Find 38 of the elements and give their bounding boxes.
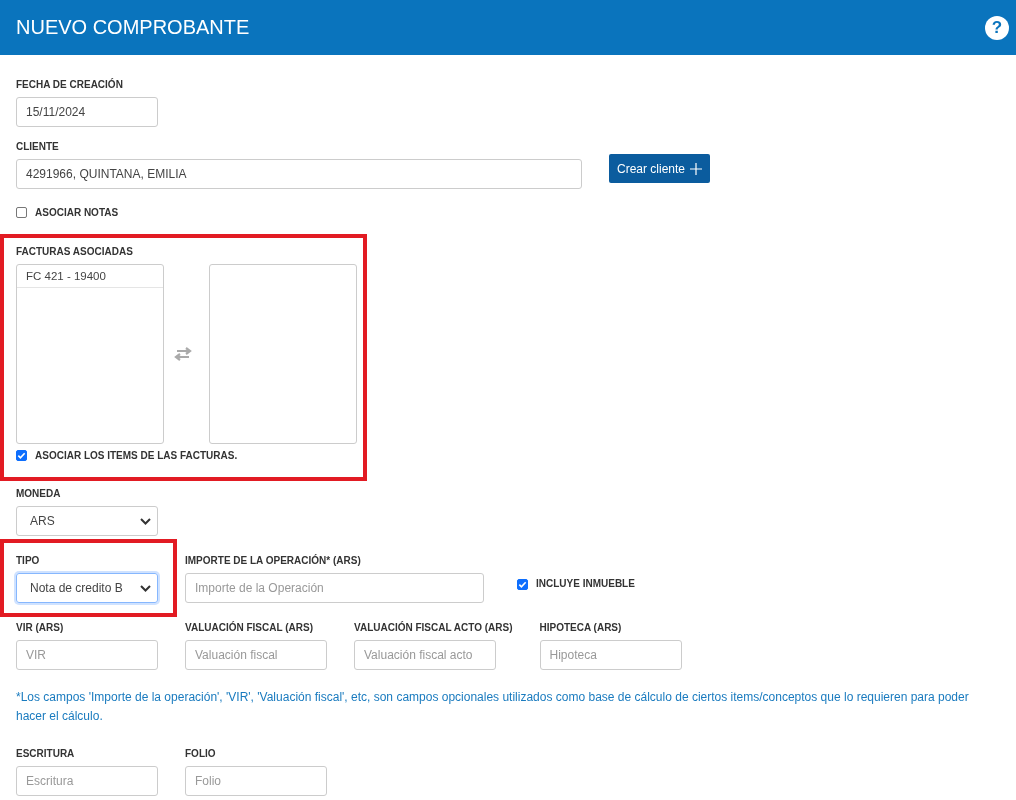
field-label: ESCRITURA [16, 748, 76, 759]
checkbox[interactable] [16, 207, 27, 218]
create-client-button[interactable]: Crear cliente [609, 154, 710, 183]
field-label: VALUACIÓN FISCAL (ARS) [185, 622, 314, 633]
list-item[interactable]: FC 421 - 19400 [17, 265, 163, 288]
field-label: TIPO [16, 555, 41, 566]
checkbox-label: ASOCIAR NOTAS [35, 207, 119, 218]
input-field[interactable]: Valuación fiscal [185, 640, 327, 670]
checkbox[interactable] [517, 579, 528, 590]
field-label: MONEDA [16, 488, 62, 499]
checkbox-label: ASOCIAR LOS ITEMS DE LAS FACTURAS. [35, 450, 238, 461]
field-label: VALUACIÓN FISCAL ACTO (ARS) [354, 622, 513, 633]
input-field[interactable]: Folio [185, 766, 327, 796]
type-select[interactable]: Nota de credito B [16, 573, 158, 603]
field-label: IMPORTE DE LA OPERACIÓN* (ARS) [185, 555, 362, 566]
input-field[interactable]: VIR [16, 640, 158, 670]
chevron-down-icon [140, 517, 151, 525]
field-label: VIR (ARS) [16, 622, 65, 633]
date-field[interactable]: 15/11/2024 [16, 97, 158, 127]
field-label: FOLIO [185, 748, 217, 759]
swap-arrows-icon[interactable] [173, 347, 193, 361]
input-field[interactable]: Valuación fiscal acto [354, 640, 496, 670]
input-field[interactable]: Escritura [16, 766, 158, 796]
checkbox-label: INCLUYE INMUEBLE [536, 577, 635, 589]
note-text: *Los campos 'Importe de la operación', 'VIR', 'Valuación fiscal', etc, son campos opcionales utilizados como base de cálculo de ciertos items/conceptos que lo requieren para poder hacer el cálculo. [16, 689, 970, 725]
field-label: HIPOTECA (ARS) [539, 622, 623, 633]
field-label: FECHA DE CREACIÓN [16, 79, 124, 90]
checkbox[interactable] [16, 450, 27, 461]
client-field[interactable]: 4291966, QUINTANA, EMILIA [16, 159, 582, 189]
field-label: FACTURAS ASOCIADAS [16, 246, 134, 257]
field-label: CLIENTE [16, 141, 60, 152]
amount-field[interactable]: Importe de la Operación [185, 573, 484, 603]
chevron-down-icon [140, 584, 151, 592]
plus-icon [690, 162, 702, 175]
page-title: NUEVO COMPROBANTE [16, 16, 250, 39]
currency-select[interactable]: ARS [16, 506, 158, 536]
help-icon[interactable]: ? [985, 15, 1009, 40]
input-field[interactable]: Hipoteca [539, 640, 682, 670]
